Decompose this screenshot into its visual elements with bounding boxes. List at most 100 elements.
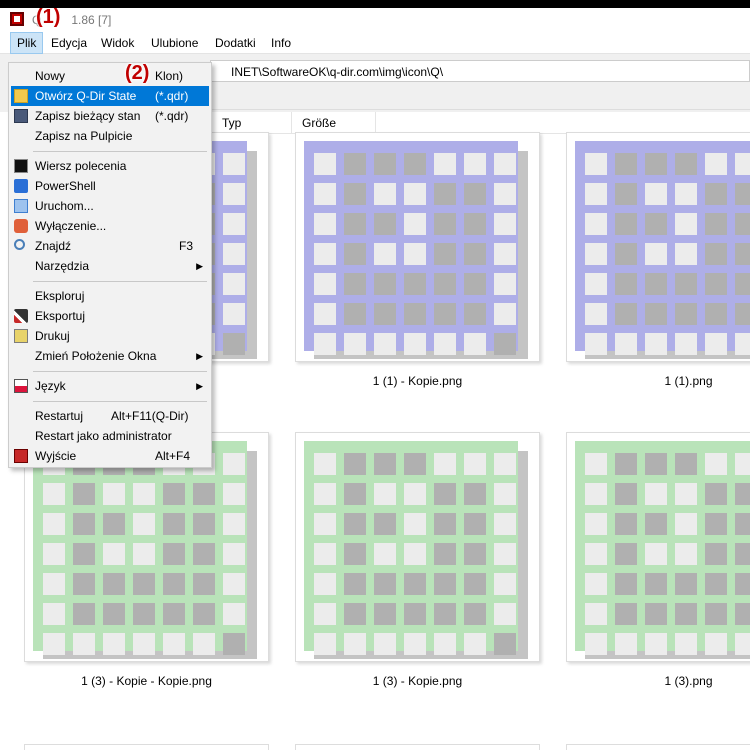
image-preview [575,441,750,655]
thumbnail-partial[interactable] [295,744,540,750]
column-typ[interactable]: Typ [212,112,292,134]
menu-item-language[interactable]: Język ▶ [11,376,209,396]
menu-item-tools[interactable]: Narzędzia ▶ [11,256,209,276]
q-dir-window: Q 1.86 [7] (1) Plik Edycja Widok Ulubion… [0,8,750,750]
thumbnail[interactable] [295,432,540,662]
pixel-cell [344,183,366,205]
menu-plik[interactable]: Plik [10,32,44,54]
menu-edycja[interactable]: Edycja [45,32,93,54]
pixel-cell [464,573,486,595]
column-grosse[interactable]: Größe [292,112,376,134]
file-name[interactable]: 1 (1) - Kopie.png [295,374,540,388]
pixel-cell [494,603,516,625]
pixel-cell [314,513,336,535]
pixel-cell [73,483,95,505]
pixel-cell [735,543,750,565]
menu-item-save-desktop[interactable]: Zapisz na Pulpicie [11,126,209,146]
thumbnail[interactable] [566,132,750,362]
menu-info[interactable]: Info [265,32,297,54]
pixel-cell [705,513,727,535]
pixel-cell [193,543,215,565]
menu-item-powershell[interactable]: PowerShell [11,176,209,196]
pixel-cell [404,603,426,625]
pixel-cell [434,243,456,265]
menu-item-open-state[interactable]: Otwórz Q-Dir State (*.qdr) [11,86,209,106]
address-path: INET\SoftwareOK\q-dir.com\img\icon\Q\ [231,65,444,79]
menu-item-print[interactable]: Drukuj [11,326,209,346]
pixel-cell [193,633,215,655]
pixel-cell [494,333,516,355]
menu-item-restart[interactable]: Restartuj Alt+F11(Q-Dir) [11,406,209,426]
pixel-cell [735,453,750,475]
pixel-cell [193,483,215,505]
pixel-cell [705,243,727,265]
pixel-cell [735,573,750,595]
menu-item-new[interactable]: Nowy Klon) [11,66,209,86]
pixel-cell [434,483,456,505]
pixel-cell [133,573,155,595]
pixel-cell [645,303,667,325]
pixel-cell [43,513,65,535]
pixel-cell [645,183,667,205]
pixel-cell [675,543,697,565]
pixel-cell [705,183,727,205]
pixel-cell [675,273,697,295]
pixel-cell [43,603,65,625]
menu-item-explore[interactable]: Eksploruj [11,286,209,306]
pixel-cell [344,543,366,565]
image-preview [304,141,518,355]
menu-item-save-state[interactable]: Zapisz bieżący stan (*.qdr) [11,106,209,126]
menu-item-shutdown[interactable]: Wyłączenie... [11,216,209,236]
pixel-cell [645,333,667,355]
pixel-cell [223,483,245,505]
pixel-cell [464,543,486,565]
pixel-cell [615,573,637,595]
file-name[interactable]: 1 (3) - Kopie.png [295,674,540,688]
file-name[interactable]: 1 (3) - Kopie - Kopie.png [24,674,269,688]
menu-item-window-position[interactable]: Zmień Położenie Okna ▶ [11,346,209,366]
callout-1-annotation: (1) [36,8,61,28]
pixel-cell [434,513,456,535]
pixel-cell [464,513,486,535]
pixel-cell [344,303,366,325]
pixel-cell [223,183,245,205]
pixel-cell [434,153,456,175]
file-name[interactable]: 1 (1).png [566,374,750,388]
pixel-cell [464,603,486,625]
pixel-cell [434,633,456,655]
menu-item-export[interactable]: Eksportuj [11,306,209,326]
thumbnail[interactable] [295,132,540,362]
menu-item-cmd[interactable]: Wiersz polecenia [11,156,209,176]
thumbnail-partial[interactable] [566,744,750,750]
pixel-cell [193,603,215,625]
thumbnail[interactable] [566,432,750,662]
pixel-cell [675,633,697,655]
callout-2-annotation: (2) [125,62,150,84]
pixel-cell [494,243,516,265]
pixel-cell [374,333,396,355]
address-bar[interactable]: INET\SoftwareOK\q-dir.com\img\icon\Q\ [210,60,750,82]
pixel-cell [464,183,486,205]
pixel-cell [645,273,667,295]
pixel-cell [374,603,396,625]
pixel-cell [615,333,637,355]
pixel-cell [404,153,426,175]
menu-item-restart-admin[interactable]: Restart jako administrator [11,426,209,446]
pixel-cell [163,603,185,625]
pixel-cell [43,543,65,565]
thumbnail-partial[interactable] [24,744,269,750]
menu-item-exit[interactable]: Wyjście Alt+F4 [11,446,209,466]
menu-dodatki[interactable]: Dodatki [209,32,262,54]
pixel-cell [223,273,245,295]
pixel-cell [73,633,95,655]
menu-ulubione[interactable]: Ulubione [145,32,204,54]
pixel-cell [404,543,426,565]
pixel-cell [645,543,667,565]
menu-item-find[interactable]: Znajdź F3 [11,236,209,256]
pixel-cell [705,543,727,565]
file-name[interactable]: 1 (3).png [566,674,750,688]
menu-widok[interactable]: Widok [95,32,140,54]
pixel-cell [675,603,697,625]
pixel-cell [675,333,697,355]
menu-item-run[interactable]: Uruchom... [11,196,209,216]
